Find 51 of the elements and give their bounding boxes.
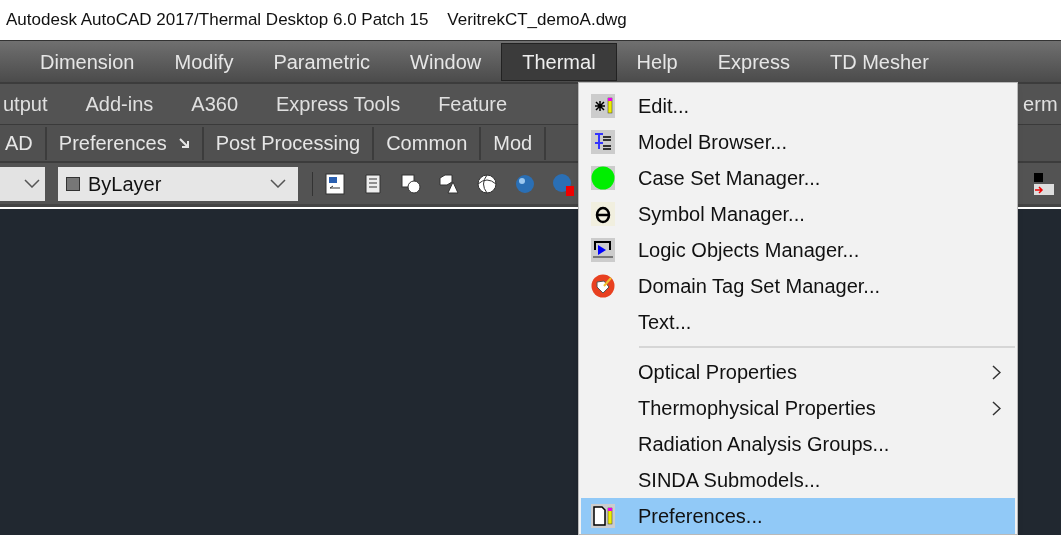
ribbon-panel-title[interactable]: Post Processing	[203, 126, 375, 160]
ribbon-tab[interactable]: utput	[3, 89, 48, 119]
menu-item[interactable]: Express	[697, 42, 810, 81]
ribbon-panel-title[interactable]: Mod	[481, 126, 547, 160]
menu-item[interactable]: Dimension	[20, 42, 155, 81]
chevron-down-icon	[270, 179, 286, 188]
menu-item[interactable]: Help	[616, 42, 698, 81]
menu-item[interactable]: Window	[390, 42, 502, 81]
symbol-icon	[591, 202, 615, 226]
menu-item[interactable]: Edit...	[581, 88, 1015, 124]
menu-item[interactable]: Domain Tag Set Manager...	[581, 268, 1015, 304]
ribbon-panel-title[interactable]: Common	[374, 126, 482, 160]
menu-item[interactable]: Radiation Analysis Groups...	[581, 426, 1015, 462]
menu-item[interactable]: Model Browser...	[581, 124, 1015, 160]
menu-item[interactable]: Preferences...	[581, 498, 1015, 534]
play-box-icon	[591, 238, 615, 262]
star-pencil-icon	[591, 94, 615, 118]
ribbon-panel-title[interactable]: AD	[0, 126, 47, 160]
ribbon-panel-title[interactable]: Preferences	[46, 126, 204, 160]
dropdown-value: ByLayer	[88, 171, 163, 197]
menu-item[interactable]: Optical Properties	[581, 354, 1015, 390]
tag-badge-icon	[591, 274, 615, 298]
ribbon-tab[interactable]: Express Tools	[276, 89, 401, 119]
ribbon-tab[interactable]: Feature	[438, 89, 508, 119]
page-pencil-icon	[591, 504, 615, 528]
tree-list-icon	[591, 130, 615, 154]
sphere-wireframe-icon[interactable]	[475, 171, 499, 196]
ribbon-tab[interactable]: Add-ins	[85, 89, 154, 119]
menu-item[interactable]: Case Set Manager...	[581, 160, 1015, 196]
properties-icon[interactable]	[323, 171, 347, 196]
box-cone-icon[interactable]	[437, 171, 461, 196]
swatch-icon	[66, 176, 80, 191]
menu-item[interactable]: TD Mesher	[810, 42, 949, 81]
circle-icon	[591, 166, 615, 190]
chevron-down-icon	[24, 179, 40, 188]
window-title: Autodesk AutoCAD 2017/Thermal Desktop 6.0 Patch 15 VeritrekCT_demoA.dwg	[6, 9, 627, 32]
launcher-arrow-icon[interactable]	[178, 137, 190, 149]
shapes-icon[interactable]	[399, 171, 423, 196]
linetype-dropdown[interactable]: ByLayer	[58, 166, 298, 201]
menu-item[interactable]: Parametric	[253, 42, 391, 81]
dropdown[interactable]	[0, 166, 45, 201]
menu-item[interactable]: Modify	[154, 42, 254, 81]
layer-icon[interactable]	[1033, 171, 1055, 196]
menu-item[interactable]: Symbol Manager...	[581, 196, 1015, 232]
menu-item[interactable]: Text...	[581, 304, 1015, 340]
menu-item[interactable]: SINDA Submodels...	[581, 462, 1015, 498]
menu-item[interactable]: Thermophysical Properties	[581, 390, 1015, 426]
ribbon-tab[interactable]: erm	[1023, 89, 1058, 119]
ribbon-tab[interactable]: A360	[191, 89, 238, 119]
menu-item[interactable]: Logic Objects Manager...	[581, 232, 1015, 268]
menu-item[interactable]: Thermal	[501, 42, 617, 81]
